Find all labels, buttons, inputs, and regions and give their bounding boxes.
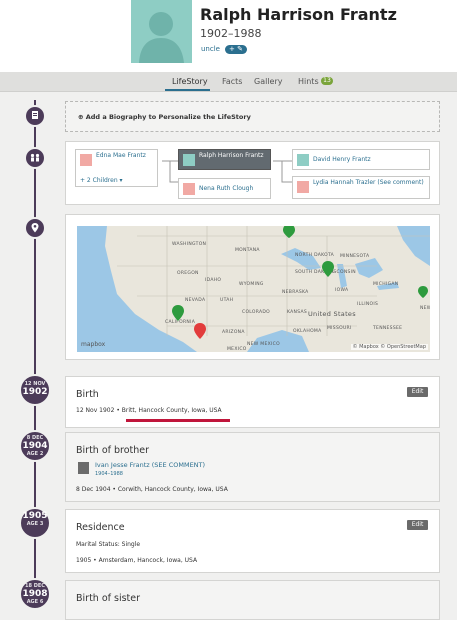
map-marker <box>322 261 334 277</box>
female-avatar <box>183 183 195 195</box>
residence-map[interactable]: WASHINGTON MONTANA NORTH DAKOTA MINNESOTA SO… <box>77 226 430 352</box>
document-icon <box>32 111 38 119</box>
event-node-age: AGE 6 <box>26 599 44 605</box>
male-avatar <box>183 154 195 166</box>
event-node-date: 8 DEC <box>26 435 44 441</box>
event-residence[interactable]: Residence Edit Marital Status: Single 19… <box>65 509 440 573</box>
sibling-card[interactable]: Nena Ruth Clough <box>178 178 271 199</box>
related-person-link[interactable]: Ivan Jesse Frantz (SEE COMMENT) <box>95 461 205 469</box>
female-avatar <box>297 181 309 193</box>
tab-hints[interactable]: Hints <box>298 77 319 86</box>
event-node: 8 DEC 1904 AGE 2 <box>19 430 51 462</box>
mother-card[interactable]: Edna Mae Frantz + 2 Children ▾ <box>75 149 158 187</box>
map-marker <box>194 323 206 339</box>
male-avatar <box>297 154 309 166</box>
event-detail: 12 Nov 1902 • Britt, Hancock County, Iow… <box>76 407 222 414</box>
biography-node <box>24 105 46 127</box>
event-node: 12 NOV 1902 <box>19 374 51 406</box>
family-node <box>24 147 46 169</box>
map-markers <box>172 226 428 339</box>
biography-prompt-text: Add a Biography to Personalize the LifeS… <box>85 113 251 121</box>
map-marker <box>283 226 295 238</box>
person-photo <box>78 462 89 474</box>
event-title: Birth of brother <box>76 445 150 456</box>
edit-button[interactable]: Edit <box>407 387 428 397</box>
female-avatar <box>80 154 92 166</box>
person-silhouette-icon <box>139 12 184 63</box>
map-marker <box>418 286 428 298</box>
highlight-underline <box>126 419 230 422</box>
location-pin-icon <box>31 223 39 233</box>
related-person-dates: 1904–1988 <box>95 471 123 477</box>
person-dates: 1902–1988 <box>200 27 262 40</box>
tab-gallery[interactable]: Gallery <box>254 77 283 86</box>
tab-lifestory[interactable]: LifeStory <box>172 77 208 86</box>
avatar[interactable] <box>131 0 192 63</box>
family-group: Edna Mae Frantz + 2 Children ▾ Ralph Har… <box>65 141 440 205</box>
spouse-name: Lydia Hannah Trazler (See comment) <box>313 179 424 186</box>
event-marital-status: Marital Status: Single <box>76 541 141 548</box>
event-detail: 1905 • Amsterdam, Hancock, Iowa, USA <box>76 557 198 564</box>
plus-circle-icon: ⊕ <box>78 113 84 121</box>
event-birth-of-sister[interactable]: Birth of sister <box>65 580 440 620</box>
event-node-year: 1905 <box>22 511 48 521</box>
event-title: Birth of sister <box>76 593 141 604</box>
event-title: Birth <box>76 389 99 400</box>
self-name: Ralph Harrison Frantz <box>199 152 264 159</box>
event-node-year: 1908 <box>22 589 48 599</box>
map-marker <box>172 305 184 321</box>
profile-header: Ralph Harrison Frantz 1902–1988 uncle + … <box>0 0 457 72</box>
self-card[interactable]: Ralph Harrison Frantz <box>178 149 271 170</box>
event-detail: 8 Dec 1904 • Corwith, Hancock County, Io… <box>76 486 228 493</box>
event-node-year: 1902 <box>22 387 48 397</box>
mother-name: Edna Mae Frantz <box>96 152 146 159</box>
spouse-card[interactable]: Lydia Hannah Trazler (See comment) <box>292 176 430 199</box>
relationship-edit-button[interactable]: + ✎ <box>225 45 247 54</box>
edit-button[interactable]: Edit <box>407 520 428 530</box>
event-birth[interactable]: Birth Edit 12 Nov 1902 • Britt, Hancock … <box>65 376 440 428</box>
event-title: Residence <box>76 522 125 533</box>
event-node-age: AGE 2 <box>26 451 44 457</box>
event-node-age: AGE 3 <box>26 521 44 527</box>
event-birth-of-brother[interactable]: Birth of brother Ivan Jesse Frantz (SEE … <box>65 432 440 502</box>
tab-facts[interactable]: Facts <box>222 77 242 86</box>
father-name: David Henry Frantz <box>313 156 371 163</box>
mapbox-logo: mapbox <box>81 341 106 348</box>
father-card[interactable]: David Henry Frantz <box>292 149 430 170</box>
children-toggle[interactable]: + 2 Children ▾ <box>80 177 123 185</box>
event-node: 1905 AGE 3 <box>19 507 51 539</box>
event-node-year: 1904 <box>22 441 48 451</box>
map-node <box>24 217 46 239</box>
person-name: Ralph Harrison Frantz <box>200 5 397 24</box>
family-icon <box>30 153 40 162</box>
active-tab-indicator <box>165 89 210 91</box>
event-node: 18 DEC 1908 AGE 6 <box>19 578 51 610</box>
biography-prompt[interactable]: ⊕ Add a Biography to Personalize the Lif… <box>65 101 440 132</box>
map-attribution[interactable]: © Mapbox © OpenStreetMap <box>350 344 428 350</box>
map-card: WASHINGTON MONTANA NORTH DAKOTA MINNESOTA SO… <box>65 214 440 360</box>
tab-bar: LifeStory Facts Gallery Hints <box>0 72 457 92</box>
relationship-label[interactable]: uncle <box>201 45 220 53</box>
event-node-date: 12 NOV <box>24 381 46 387</box>
hints-count-badge: 13 <box>321 77 333 85</box>
event-node-date: 18 DEC <box>25 583 45 589</box>
sibling-name: Nena Ruth Clough <box>199 185 254 192</box>
